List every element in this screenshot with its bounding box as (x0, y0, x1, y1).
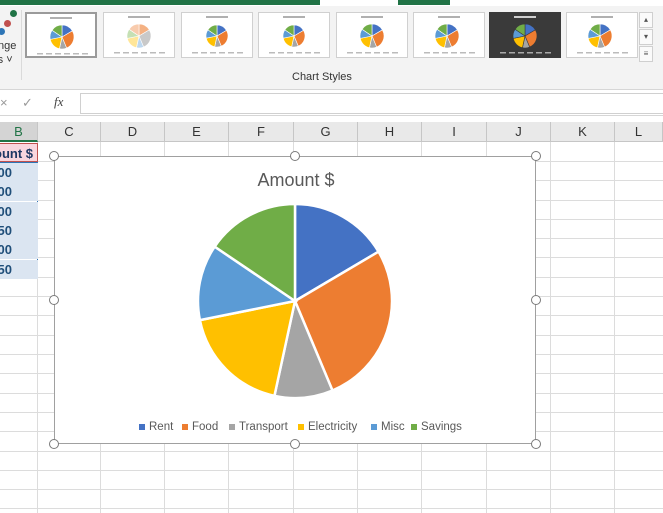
legend-swatch (139, 424, 145, 430)
insert-function-button[interactable]: fx (54, 94, 63, 110)
change-colors-label: nge (0, 40, 17, 52)
enter-icon[interactable]: ✓ (22, 95, 33, 111)
column-header-f[interactable]: F (229, 122, 294, 142)
legend-label: Rent (149, 421, 174, 433)
column-header-k[interactable]: K (551, 122, 615, 142)
mini-pie-icon (269, 24, 320, 54)
mini-pie-icon (347, 23, 398, 54)
cell-value[interactable]: 00 (0, 201, 38, 221)
gallery-scroll-up-button[interactable]: ▴ (639, 12, 653, 28)
gallery-scroll-down-button[interactable]: ▾ (639, 29, 653, 45)
chart-style-thumbnail[interactable] (489, 12, 561, 58)
chart-styles-gallery (23, 10, 638, 64)
column-header-d[interactable]: D (101, 122, 165, 142)
chart-style-thumbnail[interactable] (25, 12, 97, 58)
cell-header-amount[interactable]: ount $ (0, 143, 38, 162)
ribbon-tab-underline (0, 0, 320, 5)
legend-label: Food (192, 421, 219, 433)
chart-styles-group-label: Chart Styles (292, 71, 352, 83)
resize-handle[interactable] (290, 151, 300, 161)
excel-window: nge rs ˅ ▴ ▾ ≡ Chart Styles × ✓ fx BCDEF… (0, 0, 663, 513)
grid-row-line (0, 489, 663, 490)
chart-style-thumbnail[interactable] (258, 12, 330, 58)
cell-value[interactable]: 50 (0, 259, 38, 279)
palette-icon (10, 10, 17, 17)
chart-legend[interactable]: Rent Food Transport Electricity Misc Savings (55, 419, 537, 435)
legend-label: Transport (239, 421, 288, 433)
change-colors-button[interactable]: nge rs ˅ (0, 6, 20, 70)
legend-swatch (298, 424, 304, 430)
chart-style-thumbnail[interactable] (566, 12, 638, 58)
cell-value[interactable]: 50 (0, 220, 38, 240)
grid-row-line (0, 470, 663, 471)
mini-pie-icon (424, 23, 475, 54)
palette-dot-icon (4, 20, 11, 27)
legend-label: Savings (421, 421, 462, 433)
resize-handle[interactable] (531, 439, 541, 449)
pie-chart[interactable]: Amount $ Rent Food Transport Electricity Mis… (54, 156, 536, 444)
mini-pie-icon (192, 24, 243, 54)
column-header-h[interactable]: H (358, 122, 422, 142)
grid-column-line (550, 142, 551, 513)
palette-dot-icon (0, 28, 5, 35)
formula-input[interactable] (80, 93, 663, 114)
resize-handle[interactable] (290, 439, 300, 449)
cell-value[interactable]: 00 (0, 240, 38, 260)
legend-swatch (411, 424, 417, 430)
ribbon-chart-design: nge rs ˅ ▴ ▾ ≡ Chart Styles (0, 6, 663, 90)
chart-style-thumbnail[interactable] (181, 12, 253, 58)
legend-swatch (371, 424, 377, 430)
mini-pie-icon (577, 23, 628, 54)
mini-pie-icon (37, 24, 88, 55)
resize-handle[interactable] (49, 439, 59, 449)
chart-style-thumbnail[interactable] (336, 12, 408, 58)
legend-label: Electricity (308, 421, 358, 433)
column-header-i[interactable]: I (422, 122, 487, 142)
cell-value[interactable]: 00 (0, 182, 38, 202)
legend-swatch (229, 424, 235, 430)
pie-plot-area[interactable] (55, 157, 537, 445)
formula-bar: × ✓ fx (0, 91, 663, 116)
ribbon-separator (21, 10, 22, 80)
resize-handle[interactable] (531, 151, 541, 161)
column-header-c[interactable]: C (38, 122, 101, 142)
column-header-b[interactable]: B (0, 122, 38, 142)
gallery-more-button[interactable]: ≡ (639, 46, 653, 62)
grid-row-line (0, 451, 663, 452)
column-header-e[interactable]: E (165, 122, 229, 142)
column-header-l[interactable]: L (615, 122, 663, 142)
ribbon-tab-underline-active (398, 0, 450, 5)
column-header-j[interactable]: J (487, 122, 551, 142)
mini-pie-icon (114, 23, 165, 54)
legend-label: Misc (381, 421, 405, 433)
column-header-g[interactable]: G (294, 122, 358, 142)
change-colors-dropdown[interactable]: rs ˅ (0, 54, 13, 66)
mini-pie-icon (500, 23, 551, 54)
chart-style-thumbnail[interactable] (103, 12, 175, 58)
cancel-icon[interactable]: × (0, 95, 8, 110)
resize-handle[interactable] (531, 295, 541, 305)
resize-handle[interactable] (49, 151, 59, 161)
column-headers: BCDEFGHIJKL (0, 122, 663, 142)
resize-handle[interactable] (49, 295, 59, 305)
gallery-scroll: ▴ ▾ ≡ (639, 12, 653, 64)
cell-value[interactable]: 00 (0, 163, 38, 182)
chart-style-thumbnail[interactable] (413, 12, 485, 58)
grid-column-line (614, 142, 615, 513)
grid-row-line (0, 508, 663, 509)
legend-swatch (182, 424, 188, 430)
